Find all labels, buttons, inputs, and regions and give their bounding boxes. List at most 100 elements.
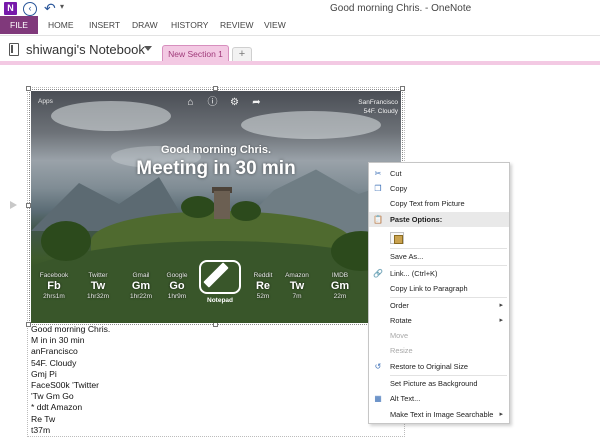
shortcut-imdb: IMDB Gm 22m [320,272,360,301]
text-line: anFrancisco [31,346,78,357]
extracted-text-block[interactable]: Good morning Chris. M in in 30 min anFra… [31,324,371,436]
shortcut-abbr: Tw [90,280,106,292]
paste-icon: 📋 [373,215,383,224]
notebook-name[interactable]: shiwangi's Notebook [26,42,145,57]
onenote-logo-icon: N [4,2,17,15]
text-line: M in in 30 min [31,335,85,346]
menu-item-label: Paste Options: [390,215,443,224]
chevron-down-icon[interactable] [144,46,152,51]
menu-item-copy-link-to-paragraph[interactable]: Copy Link to Paragraph [369,281,509,296]
scissors-icon: ✂ [374,169,382,178]
apps-label: Apps [38,98,53,105]
menu-item-save-as[interactable]: Save As... [369,249,509,264]
text-line: FaceS00k 'Twitter [31,380,100,391]
share-icon: ➦ [252,97,261,108]
ribbon-tabs: FILE HOME INSERT DRAW HISTORY REVIEW VIE… [0,16,600,36]
shortcut-time: 1hr22m [129,293,153,300]
tab-view[interactable]: VIEW [264,16,286,34]
submenu-arrow-icon: ▸ [499,317,503,324]
undo-icon[interactable]: ↶ [44,0,56,17]
menu-item-label: Copy [390,184,408,193]
window-title: Good morning Chris. - OneNote [330,3,472,14]
text-line: * ddt Amazon [31,402,83,413]
menu-item-label: Move [390,331,409,340]
menu-item-link[interactable]: 🔗 Link... (Ctrl+K) [369,266,509,281]
shortcut-gmail: Gmail Gm 1hr22m [121,272,161,301]
menu-item-label: Copy Link to Paragraph [390,284,468,293]
greeting-text: Good morning Chris. [161,144,271,156]
tree-shape [181,196,215,218]
weather-condition: 54F. Cloudy [363,108,398,115]
menu-item-paste-options: 📋 Paste Options: [369,212,509,227]
text-line: 54F. Cloudy [31,357,77,368]
shortcut-time: 2hrs1m [43,293,65,300]
text-line: 'Tw Gm Go [31,391,74,402]
context-menu: ✂ Cut ❐ Copy Copy Text from Picture 📋 Pa… [368,162,510,424]
shortcut-time: 1hr32m [86,293,110,300]
weather-city: SanFrancisco [358,99,398,106]
tree-shape [231,201,261,221]
shortcut-time: 22m [333,293,347,300]
menu-item-rotate[interactable]: Rotate ▸ [369,313,509,328]
customize-caret-icon[interactable]: ▾ [60,2,64,11]
shortcut-name: Gmail [132,272,150,279]
tab-history[interactable]: HISTORY [171,16,208,34]
alt-text-icon: ▦ [374,394,382,403]
menu-item-resize: Resize [369,343,509,358]
paragraph-handle-icon[interactable] [10,201,17,209]
shortcut-abbr: Tw [289,280,305,292]
tab-new-section-1[interactable]: New Section 1 [162,45,229,62]
menu-item-alt-text[interactable]: ▦ Alt Text... [369,391,509,406]
menu-item-restore-original-size[interactable]: ↺ Restore to Original Size [369,359,509,374]
menu-item-label: Order [390,301,409,310]
shortcut-name: IMDB [331,272,349,279]
tab-draw[interactable]: DRAW [132,16,158,34]
menu-item-copy-text-from-picture[interactable]: Copy Text from Picture [369,196,509,211]
shortcut-time: 7m [292,293,302,300]
text-line: Gmj Pi [31,368,57,379]
tab-home[interactable]: HOME [48,16,74,34]
menu-item-label: Make Text in Image Searchable [390,410,494,419]
menu-item-copy[interactable]: ❐ Copy [369,181,509,196]
menu-item-label: Rotate [390,316,412,325]
tab-insert[interactable]: INSERT [89,16,120,34]
back-arrow-icon[interactable]: ‹ [23,2,37,16]
text-line: Good morning Chris. [31,324,111,334]
menu-item-make-text-searchable[interactable]: Make Text in Image Searchable ▸ [369,407,509,422]
tab-file[interactable]: FILE [0,16,38,34]
submenu-arrow-icon: ▸ [499,302,503,309]
tab-review[interactable]: REVIEW [220,16,254,34]
shortcut-name: Amazon [285,272,309,279]
shortcut-twitter: Twitter Tw 1hr32m [78,272,118,301]
shortcut-time: 1hr9m [167,293,187,300]
menu-item-label: Set Picture as Background [390,379,478,388]
submenu-arrow-icon: ▸ [499,411,503,418]
shortcut-name: Twitter [88,272,108,279]
notepad-label: Notepad [207,297,233,304]
home-icon: ⌂ [187,97,194,108]
menu-item-cut[interactable]: ✂ Cut [369,166,509,181]
menu-item-order[interactable]: Order ▸ [369,298,509,313]
notebook-bar: shiwangi's Notebook New Section 1 + [0,38,600,62]
shortcut-abbr: Gm [131,280,151,292]
menu-item-label: Link... (Ctrl+K) [390,269,438,278]
castle-shape [214,191,230,219]
text-line: t37m [31,424,51,435]
menu-item-set-picture-as-background[interactable]: Set Picture as Background [369,376,509,391]
menu-item-label: Copy Text from Picture [390,199,465,208]
screenshot-picture[interactable]: Apps ⌂ ⓘ ⚙ ➦ SanFrancisco 54F. Cloudy Go… [31,91,401,323]
info-icon: ⓘ [207,97,218,108]
text-line: Re Tw [31,413,56,424]
shortcut-facebook: Facebook Fb 2hrs1m [34,272,74,301]
shortcut-google: Google Go 1hr9m [157,272,197,301]
notebook-icon[interactable] [9,43,19,56]
shortcut-amazon: Amazon Tw 7m [277,272,317,301]
top-icon-row: ⌂ ⓘ ⚙ ➦ [185,97,265,109]
paste-picture-option-icon[interactable] [390,232,404,244]
shortcut-abbr: Fb [47,280,61,292]
shortcut-name: Facebook [39,272,69,279]
weather-location: SanFrancisco 54F. Cloudy [358,98,398,116]
meeting-headline: Meeting in 30 min [136,158,296,179]
menu-item-label: Alt Text... [390,394,421,403]
add-section-button[interactable]: + [232,47,252,62]
